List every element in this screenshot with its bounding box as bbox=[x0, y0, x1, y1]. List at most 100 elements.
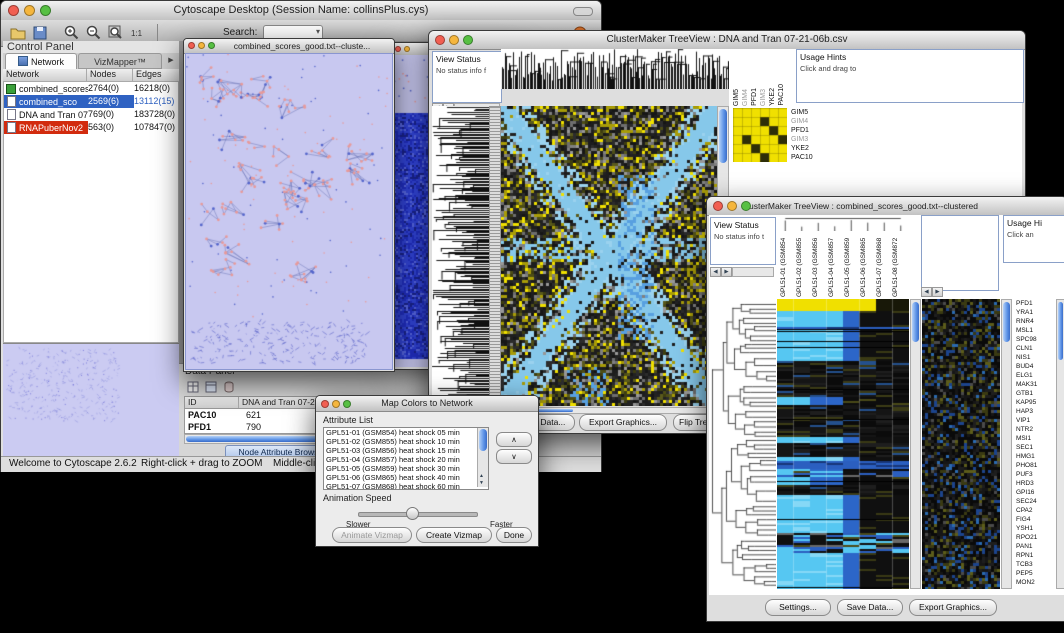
maximize-icon[interactable] bbox=[208, 42, 215, 49]
close-icon[interactable] bbox=[321, 400, 329, 408]
gene-label[interactable]: SPC98 bbox=[1014, 335, 1054, 344]
move-down-button[interactable]: ∨ bbox=[496, 449, 532, 464]
gene-label[interactable]: PHO81 bbox=[1014, 461, 1054, 470]
gene-label[interactable]: VIP1 bbox=[1014, 416, 1054, 425]
minimize-icon[interactable] bbox=[332, 400, 340, 408]
minimize-icon[interactable] bbox=[404, 46, 410, 52]
gene-label[interactable]: CPA2 bbox=[1014, 506, 1054, 515]
toolbar-toggle-pill[interactable] bbox=[573, 7, 593, 16]
scroll-track[interactable] bbox=[732, 267, 774, 277]
gene-label[interactable]: MSI1 bbox=[1014, 434, 1054, 443]
gene-label[interactable]: SEC24 bbox=[1014, 497, 1054, 506]
main-title-bar[interactable]: Cytoscape Desktop (Session Name: collins… bbox=[1, 1, 601, 21]
export-graphics-button[interactable]: Export Graphics... bbox=[909, 599, 997, 616]
gene-label[interactable]: RNR4 bbox=[1014, 317, 1054, 326]
attribute-list-item[interactable]: GPL51-03 (GSM856) heat shock 15 min bbox=[324, 446, 474, 455]
animate-vizmap-button[interactable]: Animate Vizmap bbox=[332, 527, 412, 543]
table-row[interactable]: DNA and Tran 07 769(0) 183728(0) bbox=[4, 108, 178, 121]
gene-label[interactable]: RPO21 bbox=[1014, 533, 1054, 542]
gene-label[interactable]: RPN1 bbox=[1014, 551, 1054, 560]
network-view-canvas[interactable] bbox=[186, 54, 390, 367]
close-icon[interactable] bbox=[8, 5, 19, 16]
heatmap-canvas[interactable] bbox=[777, 299, 909, 589]
gene-label[interactable]: FIG4 bbox=[1014, 515, 1054, 524]
minimize-icon[interactable] bbox=[449, 35, 459, 45]
gene-label[interactable]: HRD3 bbox=[1014, 479, 1054, 488]
column-dendrogram-canvas[interactable] bbox=[501, 49, 729, 89]
minimize-icon[interactable] bbox=[24, 5, 35, 16]
attribute-list-item[interactable]: GPL51-07 (GSM868) heat shock 60 min bbox=[324, 482, 474, 490]
create-vizmap-button[interactable]: Create Vizmap bbox=[416, 527, 492, 543]
gene-label[interactable]: YRA1 bbox=[1014, 308, 1054, 317]
network-overview-panel[interactable] bbox=[3, 343, 179, 457]
list-vscrollbar[interactable]: ▲ ▼ bbox=[477, 428, 488, 487]
close-icon[interactable] bbox=[435, 35, 445, 45]
tab-scroll-arrow[interactable]: ▶ bbox=[164, 53, 178, 69]
zoom-fit-icon[interactable] bbox=[107, 24, 125, 42]
table-row[interactable]: combined_scores 2764(0) 16218(0) bbox=[4, 82, 178, 95]
attribute-list-item[interactable]: GPL51-01 (GSM854) heat shock 05 min bbox=[324, 428, 474, 437]
heatmap-canvas[interactable] bbox=[501, 106, 717, 406]
heatmap-vscrollbar[interactable] bbox=[910, 299, 921, 589]
window-title-bar[interactable]: combined_scores_good.txt--cluste... bbox=[184, 39, 394, 54]
maximize-icon[interactable] bbox=[741, 201, 751, 211]
zoom-out-icon[interactable] bbox=[85, 24, 103, 42]
dialog-title-bar[interactable]: Map Colors to Network bbox=[316, 396, 538, 412]
gene-label[interactable]: ELG1 bbox=[1014, 371, 1054, 380]
tab-network[interactable]: Network bbox=[5, 53, 77, 69]
close-icon[interactable] bbox=[188, 42, 195, 49]
done-button[interactable]: Done bbox=[496, 527, 532, 543]
open-session-icon[interactable] bbox=[9, 24, 27, 42]
gene-label[interactable]: HAP3 bbox=[1014, 407, 1054, 416]
gene-label[interactable]: KAP95 bbox=[1014, 398, 1054, 407]
save-data-button[interactable]: Save Data... bbox=[837, 599, 903, 616]
maximize-icon[interactable] bbox=[343, 400, 351, 408]
gene-labels-vscrollbar[interactable] bbox=[1056, 299, 1064, 589]
scroll-right-button[interactable]: ▶ bbox=[932, 287, 943, 297]
attribute-listbox[interactable]: GPL51-01 (GSM854) heat shock 05 minGPL51… bbox=[323, 427, 489, 490]
close-icon[interactable] bbox=[713, 201, 723, 211]
gene-label[interactable]: MON2 bbox=[1014, 578, 1054, 587]
attribute-list-item[interactable]: GPL51-02 (GSM855) heat shock 10 min bbox=[324, 437, 474, 446]
animation-speed-slider[interactable] bbox=[406, 507, 419, 520]
gene-label[interactable]: NTR2 bbox=[1014, 425, 1054, 434]
gene-label[interactable]: BUD4 bbox=[1014, 362, 1054, 371]
window-title-bar[interactable]: ClusterMaker TreeView : DNA and Tran 07-… bbox=[429, 31, 1025, 50]
attribute-list-item[interactable]: GPL51-05 (GSM859) heat shock 30 min bbox=[324, 464, 474, 473]
row-dendrogram-canvas[interactable] bbox=[432, 106, 489, 406]
move-up-button[interactable]: ∧ bbox=[496, 432, 532, 447]
gene-label[interactable]: GTB1 bbox=[1014, 389, 1054, 398]
gene-label[interactable]: TCB3 bbox=[1014, 560, 1054, 569]
minimize-icon[interactable] bbox=[727, 201, 737, 211]
gene-label[interactable]: YSH1 bbox=[1014, 524, 1054, 533]
scroll-up-icon[interactable]: ▲ bbox=[479, 473, 484, 479]
scroll-right-button[interactable]: ▶ bbox=[721, 267, 732, 277]
export-graphics-button[interactable]: Export Graphics... bbox=[579, 414, 667, 431]
gene-label[interactable]: PAN1 bbox=[1014, 542, 1054, 551]
column-dendrogram-canvas[interactable] bbox=[777, 215, 909, 231]
gene-label[interactable]: GPI16 bbox=[1014, 488, 1054, 497]
scroll-down-icon[interactable]: ▼ bbox=[479, 480, 484, 486]
correlation-matrix-canvas[interactable] bbox=[733, 108, 787, 162]
network-overview-canvas[interactable] bbox=[4, 345, 178, 456]
gene-label[interactable]: CLN1 bbox=[1014, 344, 1054, 353]
gene-label[interactable]: MSL1 bbox=[1014, 326, 1054, 335]
close-icon[interactable] bbox=[395, 46, 401, 52]
window-title-bar[interactable]: ClusterMaker TreeView : combined_scores_… bbox=[707, 197, 1064, 216]
gene-label[interactable]: NIS1 bbox=[1014, 353, 1054, 362]
settings-button[interactable]: Settings... bbox=[765, 599, 831, 616]
secondary-heatmap-canvas[interactable] bbox=[922, 299, 1000, 589]
maximize-icon[interactable] bbox=[40, 5, 51, 16]
tab-vizmapper[interactable]: VizMapper™ bbox=[78, 53, 162, 69]
save-session-icon[interactable] bbox=[31, 24, 49, 42]
gene-label[interactable]: MAK31 bbox=[1014, 380, 1054, 389]
gene-label[interactable]: PEP5 bbox=[1014, 569, 1054, 578]
row-dendrogram-canvas[interactable] bbox=[710, 299, 776, 589]
secondary-heatmap-vscrollbar[interactable] bbox=[1001, 299, 1012, 589]
scroll-left-button[interactable]: ◀ bbox=[710, 267, 721, 277]
table-row-destroyed[interactable]: RNAPuberNov2 563(0) 107847(0) bbox=[4, 121, 178, 134]
gene-label[interactable]: PUF3 bbox=[1014, 470, 1054, 479]
gene-label[interactable]: SEC1 bbox=[1014, 443, 1054, 452]
table-row-selected[interactable]: combined_sco 2569(6) 13112(15) bbox=[4, 95, 178, 108]
attribute-list-item[interactable]: GPL51-06 (GSM865) heat shock 40 min bbox=[324, 473, 474, 482]
